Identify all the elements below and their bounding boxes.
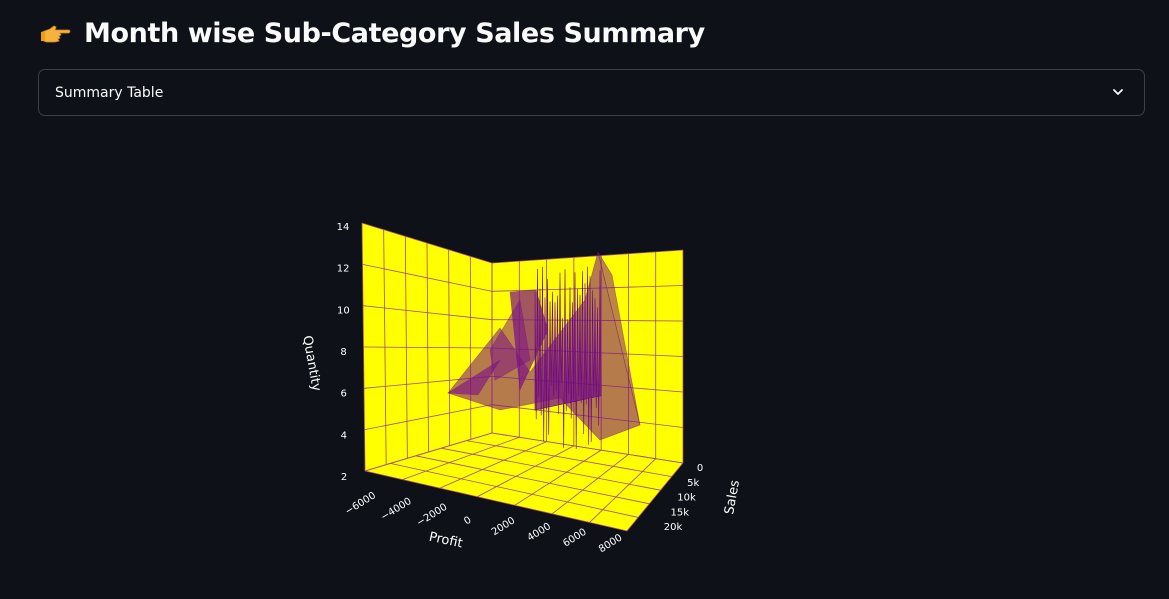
x-tick-label: 8000: [597, 532, 624, 555]
page-header: Month wise Sub-Category Sales Summary: [40, 18, 705, 49]
x-tick-label: 6000: [561, 527, 588, 550]
x-tick-label: 4000: [526, 521, 553, 544]
expander-label: Summary Table: [55, 85, 164, 101]
x-tick-label: 2000: [490, 515, 517, 538]
y-tick-label: 10k: [677, 493, 696, 504]
z-tick-label: 14: [337, 222, 350, 233]
page-title: Month wise Sub-Category Sales Summary: [84, 18, 705, 49]
z-tick-label: 2: [341, 472, 347, 483]
chevron-down-icon: [1113, 89, 1123, 95]
y-tick-label: 0: [697, 463, 703, 474]
z-tick-label: 4: [341, 430, 347, 441]
y-tick-label: 20k: [664, 522, 683, 533]
3d-mesh-chart[interactable]: 2 4 6 8 10 12 14 −6000 −4000 −2000 0 2000 4000 6000 80…: [0, 140, 1169, 599]
summary-table-expander[interactable]: Summary Table: [38, 69, 1145, 116]
z-tick-label: 10: [337, 305, 350, 316]
page: Month wise Sub-Category Sales Summary Su…: [0, 0, 1169, 599]
z-tick-label: 6: [340, 389, 346, 400]
y-tick-label: 5k: [687, 478, 699, 489]
pointing-right-hand-icon: [41, 25, 71, 42]
x-tick-label: −6000: [343, 490, 378, 517]
x-axis-title: Profit: [428, 530, 464, 552]
z-tick-label: 8: [340, 347, 346, 358]
z-axis-title: Quantity: [299, 334, 324, 392]
y-tick-label: 15k: [670, 507, 689, 518]
chart-container[interactable]: 2 4 6 8 10 12 14 −6000 −4000 −2000 0 2000 4000 6000 80…: [0, 140, 1169, 599]
z-tick-label: 12: [337, 264, 350, 275]
x-tick-label: −2000: [415, 502, 450, 529]
x-tick-label: 0: [462, 515, 473, 528]
x-tick-label: −4000: [379, 496, 414, 523]
y-axis-title: Sales: [722, 479, 743, 516]
